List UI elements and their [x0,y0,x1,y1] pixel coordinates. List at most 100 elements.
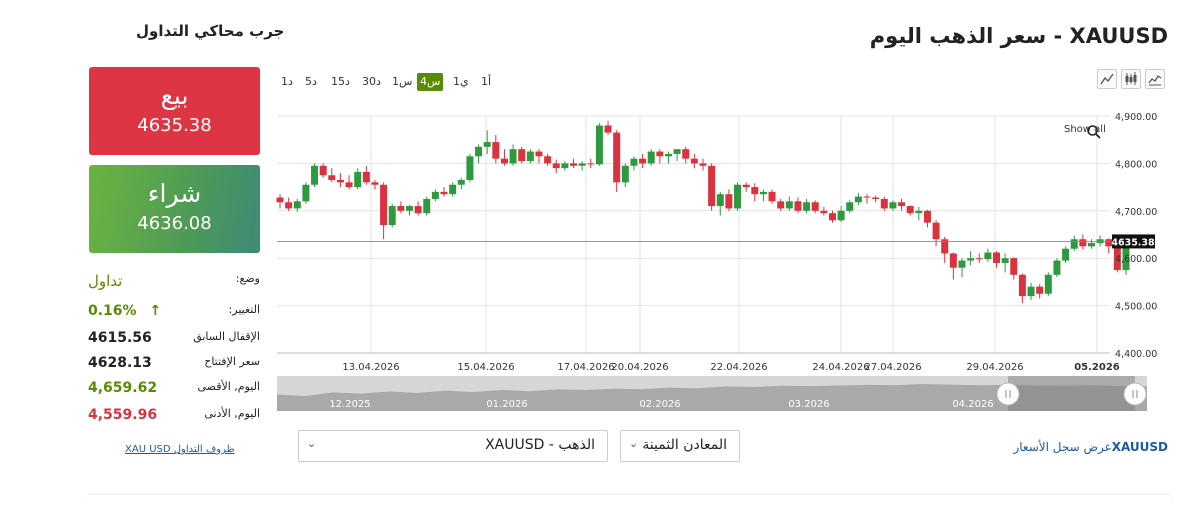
instrument-select[interactable]: XAUUSD - الذهب ⌄ [298,430,608,462]
candle-body [872,197,880,199]
candle-body [319,165,327,176]
candle-body [302,184,310,202]
candle-body [311,165,319,185]
x-tick-label: 05.2026 [1074,362,1120,373]
candle-body [276,197,284,203]
candle-body [828,213,836,221]
candle-body [846,202,854,211]
candle-body [664,153,672,157]
candle-body [1018,274,1026,297]
candle-body [492,142,500,159]
candle-body [380,184,388,226]
zoom-search-icon[interactable] [1086,124,1102,144]
candle-body [414,206,422,214]
candle-body [993,252,1001,263]
chart-navigator[interactable]: 12.2025 01.2026 02.2026 03.2026 04.2026 [277,376,1147,411]
candle-body [328,175,336,180]
candle-body [803,202,811,211]
candle-body [1070,239,1078,249]
candle-body [1044,274,1052,294]
candle-body [889,202,897,209]
candle-body [1053,260,1061,275]
candle-body [500,158,508,164]
candle-body [483,142,491,147]
candle-body [751,187,759,195]
y-tick-label: 4,800.00 [1115,159,1157,170]
navigator-selection [1008,376,1135,411]
price-chart[interactable]: 4,900.00 4,800.00 4,700.00 4,600.00 4,500.00… [0,0,1200,420]
candle-body [397,206,405,211]
candle-body [345,182,353,188]
navigator-label: 01.2026 [486,399,527,410]
x-tick-label: 29.04.2026 [966,362,1023,373]
candle-body [570,163,578,166]
price-history-link[interactable]: عرض سجل الأسعارXAUUSD [1013,440,1168,454]
candle-body [690,158,698,164]
x-tick-label: 20.04.2026 [611,362,668,373]
history-link-symbol: XAUUSD [1111,440,1168,454]
candle-body [336,179,344,183]
bottom-panel [88,494,1170,508]
candle-body [405,206,413,211]
candle-body [449,184,457,195]
candle-body [388,206,396,226]
candle-body [1062,248,1070,261]
candle-body [673,149,681,154]
candle-body [561,163,569,169]
candle-body [604,125,612,133]
candle-body [440,191,448,195]
x-tick-label: 27.04.2026 [864,362,921,373]
candle-body [785,201,793,209]
navigator-label: 02.2026 [639,399,680,410]
candle-body [915,210,923,214]
candle-body [1087,243,1095,247]
category-select[interactable]: المعادن الثمينة ⌄ [620,430,740,462]
candle-body [820,210,828,214]
candle-body [682,149,690,159]
navigator-label: 12.2025 [329,399,370,410]
navigator-label: 03.2026 [788,399,829,410]
candle-body [794,201,802,211]
navigator-handle-left[interactable] [996,382,1020,406]
current-price-label: 4635.38 [1111,237,1155,248]
candle-body [932,222,940,240]
candle-body [526,151,534,162]
candle-body [552,163,560,169]
candle-body [949,253,957,268]
candle-body [535,151,543,157]
candle-body [285,202,293,209]
candle-body [613,132,621,183]
candle-body [958,260,966,268]
candle-body [725,194,733,209]
candle-body [708,165,716,207]
candle-body [1027,286,1035,297]
candle-body [1036,286,1044,294]
candle-body [587,163,595,165]
candle-body [630,158,638,166]
y-tick-label: 4,700.00 [1115,207,1157,218]
navigator-handle-right[interactable] [1123,382,1147,406]
candle-body [1079,239,1087,247]
y-tick-label: 4,400.00 [1115,349,1157,360]
candle-body [578,163,586,166]
candle-body [431,191,439,199]
candle-body [475,146,483,157]
y-tick-label: 4,600.00 [1115,254,1157,265]
instrument-select-value: XAUUSD - الذهب [485,437,595,453]
candle-body [742,184,750,188]
candle-body [639,158,647,164]
chart-axes: 4,900.00 4,800.00 4,700.00 4,600.00 4,500.00… [277,112,1157,373]
navigator-label: 04.2026 [952,399,993,410]
candle-body [544,156,552,164]
candle-body [863,196,871,198]
chevron-down-icon: ⌄ [629,437,639,450]
candle-body [898,202,906,207]
candles [276,120,1130,304]
candle-body [880,198,888,209]
candle-body [457,179,465,185]
x-tick-label: 17.04.2026 [557,362,614,373]
trading-terms-link[interactable]: XAU USD ظروف التداول [125,444,235,455]
candle-body [1010,258,1018,275]
candle-body [293,201,301,209]
chevron-down-icon: ⌄ [307,437,317,450]
